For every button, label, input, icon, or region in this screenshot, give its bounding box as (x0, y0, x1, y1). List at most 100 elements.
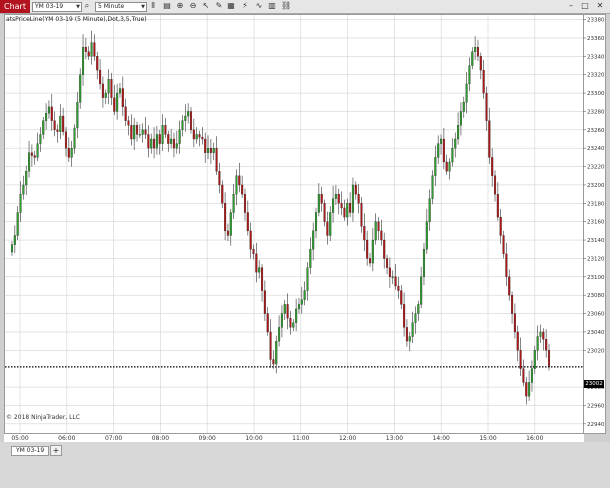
candle-up (59, 115, 62, 132)
candle-down (147, 134, 150, 149)
candle-up (391, 276, 394, 278)
candle-down (476, 47, 479, 57)
candle-up (539, 331, 542, 337)
candle-down (377, 221, 380, 232)
candle-up (292, 322, 295, 328)
candle-down (388, 267, 391, 277)
candle-up (317, 193, 320, 213)
indicator-label: atsPriceLine(YM 03-19 (5 Minute),Dot,3,5… (6, 16, 147, 23)
candle-down (272, 359, 275, 365)
time-tick-label: 12:00 (339, 435, 356, 442)
candle-up (332, 198, 335, 213)
candle-down (323, 203, 326, 222)
candle-up (25, 171, 28, 186)
candle-down (349, 203, 352, 213)
candle-up (278, 327, 281, 342)
price-tick-label: 23060 (587, 312, 605, 318)
candle-up (47, 106, 50, 114)
candle-up (300, 299, 303, 305)
candle-up (275, 340, 278, 365)
candle-up (45, 113, 48, 121)
candle-up (306, 267, 309, 291)
price-tick-label: 23080 (587, 293, 605, 299)
candle-down (192, 129, 195, 140)
candle-up (70, 148, 73, 158)
candle-up (212, 148, 215, 153)
candle-up (28, 152, 31, 172)
candle-down (238, 175, 241, 186)
candle-down (386, 258, 389, 268)
candle-down (326, 221, 329, 236)
candle-up (346, 203, 349, 218)
candle-down (30, 152, 33, 156)
candle-down (124, 106, 127, 121)
tab-instrument[interactable]: YM 03-19 (11, 446, 50, 456)
candle-down (485, 92, 488, 121)
candle-down (397, 285, 400, 291)
time-tick-label: 16:00 (526, 435, 543, 442)
candle-down (269, 331, 272, 360)
candle-up (471, 51, 474, 66)
candle-down (511, 295, 514, 314)
candle-up (408, 336, 411, 342)
candle-up (414, 313, 417, 323)
candle-down (164, 125, 167, 135)
time-tick-label: 09:00 (199, 435, 216, 442)
candle-down (368, 258, 372, 264)
candle-down (508, 276, 511, 296)
add-tab-button[interactable]: + (50, 445, 62, 456)
candle-down (403, 304, 406, 328)
candle-up (283, 304, 286, 314)
candle-down (218, 171, 221, 186)
candle-up (118, 88, 121, 94)
candle-down (53, 120, 56, 130)
candle-down (127, 120, 130, 126)
candle-up (280, 313, 283, 328)
time-tick-label: 14:00 (433, 435, 450, 442)
candle-up (351, 184, 354, 213)
price-tick-label: 23140 (587, 238, 605, 244)
candle-down (488, 120, 491, 158)
time-tick-label: 07:00 (105, 435, 122, 442)
candle-up (329, 212, 332, 236)
candle-down (496, 193, 499, 218)
candle-down (226, 230, 229, 236)
candle-up (297, 304, 300, 310)
candle-up (207, 148, 210, 153)
candle-up (431, 175, 434, 199)
candle-up (138, 134, 141, 136)
candle-up (36, 143, 39, 158)
candle-down (62, 115, 65, 132)
candle-down (405, 327, 408, 342)
candle-up (303, 290, 306, 300)
candle-down (499, 216, 502, 236)
candle-down (502, 235, 505, 255)
candle-up (39, 134, 42, 144)
candle-up (133, 125, 136, 140)
candle-up (411, 322, 414, 337)
candle-down (547, 350, 551, 368)
candle-down (50, 106, 53, 121)
candle-up (422, 249, 426, 277)
candle-down (101, 83, 104, 98)
candle-down (357, 193, 360, 204)
candle-up (229, 212, 232, 236)
candle-down (67, 148, 70, 158)
candle-down (198, 134, 201, 138)
candle-down (505, 253, 508, 277)
candle-down (522, 368, 525, 383)
candle-up (474, 47, 477, 52)
candle-down (99, 69, 102, 85)
time-tick-label: 13:00 (386, 435, 403, 442)
candle-up (82, 47, 85, 75)
time-tick-label: 10:00 (245, 435, 262, 442)
candle-down (121, 88, 124, 108)
candle-down (135, 125, 139, 135)
candle-down (243, 193, 247, 213)
candle-down (337, 193, 340, 204)
price-tick-label: 23320 (587, 73, 605, 79)
candle-down (33, 155, 36, 158)
candle-up (161, 125, 164, 144)
candle-down (516, 331, 519, 351)
candle-up (10, 244, 14, 253)
